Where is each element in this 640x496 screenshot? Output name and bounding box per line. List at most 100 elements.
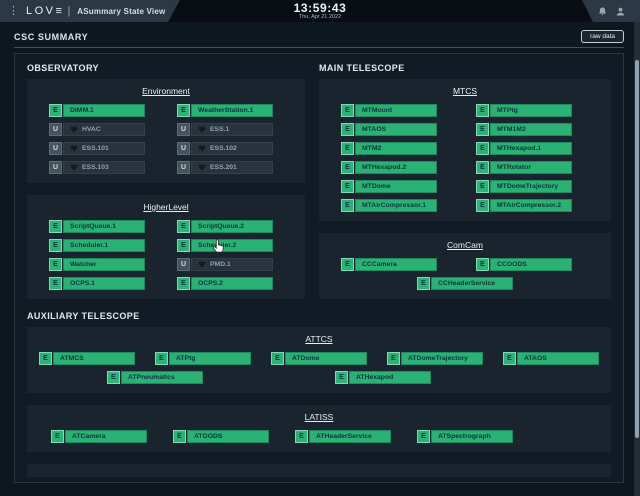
csc-name: ATOODS bbox=[187, 430, 269, 443]
csc-chip[interactable]: EScheduler.1 bbox=[49, 239, 145, 252]
csc-name: MTHexapod.2 bbox=[355, 161, 437, 174]
csc-chip[interactable]: ECCHeaderService bbox=[417, 277, 513, 290]
section-title: OBSERVATORY bbox=[27, 63, 305, 73]
group-column: EScriptQueue.2EScheduler.2UPMD.1EOCPS.2 bbox=[177, 220, 295, 290]
csc-chip[interactable]: UESS.103 bbox=[49, 161, 145, 174]
csc-name: ESS.201 bbox=[191, 161, 273, 174]
csc-state-badge: E bbox=[476, 199, 489, 212]
csc-chip[interactable]: ECCCamera bbox=[341, 258, 437, 271]
group-row: EATCameraEATOODSEATHeaderServiceEATSpect… bbox=[37, 430, 601, 443]
csc-state-badge: E bbox=[107, 371, 120, 384]
heartbeat-lost-icon bbox=[198, 126, 206, 133]
csc-chip[interactable]: EATHexapod bbox=[335, 371, 431, 384]
csc-chip[interactable]: EATDomeTrajectory bbox=[387, 352, 483, 365]
csc-state-badge: E bbox=[503, 352, 516, 365]
csc-chip[interactable]: EATHeaderService bbox=[295, 430, 391, 443]
csc-chip[interactable]: EATDome bbox=[271, 352, 367, 365]
csc-group: EnvironmentEDIMM.1UHVACUESS.101UESS.103E… bbox=[27, 79, 305, 183]
csc-state-badge: E bbox=[476, 180, 489, 193]
csc-chip[interactable]: EMTHexapod.1 bbox=[476, 142, 572, 155]
csc-chip[interactable]: EMTM2 bbox=[341, 142, 437, 155]
csc-name: ATAOS bbox=[517, 352, 599, 365]
csc-state-badge: E bbox=[417, 430, 430, 443]
csc-name: HVAC bbox=[63, 123, 145, 136]
csc-chip[interactable]: EMTAirCompressor.2 bbox=[476, 199, 572, 212]
csc-name: OCPS.2 bbox=[191, 277, 273, 290]
csc-chip[interactable]: EMTAOS bbox=[341, 123, 437, 136]
csc-chip[interactable]: EScriptQueue.1 bbox=[49, 220, 145, 233]
group-row: EATMCSEATPtgEATDomeEATDomeTrajectoryEATA… bbox=[37, 352, 601, 365]
csc-name: CCHeaderService bbox=[431, 277, 513, 290]
heartbeat-lost-icon bbox=[70, 145, 78, 152]
csc-chip[interactable]: UESS.201 bbox=[177, 161, 273, 174]
csc-chip[interactable]: EMTMount bbox=[341, 104, 437, 117]
csc-chip[interactable]: EOCPS.1 bbox=[49, 277, 145, 290]
csc-chip[interactable]: U ESS.1 bbox=[177, 123, 273, 136]
page-title: CSC SUMMARY bbox=[14, 32, 88, 42]
group-columns: EMTMountEMTAOSEMTM2EMTHexapod.2EMTDomeEM… bbox=[329, 104, 601, 212]
csc-group: LATISSEATCameraEATOODSEATHeaderServiceEA… bbox=[27, 405, 611, 452]
csc-chip[interactable]: EATAOS bbox=[503, 352, 599, 365]
group-center-row: ECCHeaderService bbox=[329, 277, 601, 290]
csc-state-badge: E bbox=[341, 123, 354, 136]
csc-chip[interactable]: EMTHexapod.2 bbox=[341, 161, 437, 174]
csc-state-badge: E bbox=[476, 104, 489, 117]
csc-chip[interactable]: EMTRotator bbox=[476, 161, 572, 174]
csc-chip[interactable]: EATCamera bbox=[51, 430, 147, 443]
csc-chip[interactable]: EOCPS.2 bbox=[177, 277, 273, 290]
csc-name: ESS.103 bbox=[63, 161, 145, 174]
csc-chip[interactable]: EATOODS bbox=[173, 430, 269, 443]
csc-chip[interactable]: EATSpectrograph bbox=[417, 430, 513, 443]
csc-name: MTPtg bbox=[490, 104, 572, 117]
group-title: ComCam bbox=[329, 240, 601, 250]
csc-group: ComCam ECCCamera ECCOODS ECCHeaderService bbox=[319, 233, 611, 299]
csc-name: ATMCS bbox=[53, 352, 135, 365]
user-icon[interactable] bbox=[616, 7, 625, 16]
csc-chip[interactable]: EScriptQueue.2 bbox=[177, 220, 273, 233]
csc-chip[interactable]: U ESS.101 bbox=[49, 142, 145, 155]
top-sections-grid: OBSERVATORYEnvironmentEDIMM.1UHVACUESS.1… bbox=[27, 63, 611, 311]
vertical-scrollbar[interactable] bbox=[634, 22, 640, 496]
csc-state-badge: E bbox=[476, 161, 489, 174]
csc-chip[interactable]: EWatcher bbox=[49, 258, 145, 271]
csc-name-label: ESS.102 bbox=[210, 145, 237, 152]
group-column: EWeatherStation.1 U ESS.1 UESS.102 UESS.201 bbox=[177, 104, 295, 174]
csc-chip[interactable]: EATPtg bbox=[155, 352, 251, 365]
csc-chip[interactable]: EMTDomeTrajectory bbox=[476, 180, 572, 193]
csc-chip[interactable]: EATMCS bbox=[39, 352, 135, 365]
csc-state-badge: U bbox=[177, 258, 190, 271]
csc-name-label: ESS.101 bbox=[82, 145, 109, 152]
bell-icon[interactable] bbox=[598, 7, 607, 16]
kebab-menu-icon[interactable]: ⋮ bbox=[8, 0, 19, 22]
csc-chip[interactable]: EWeatherStation.1 bbox=[177, 104, 273, 117]
csc-name: WeatherStation.1 bbox=[191, 104, 273, 117]
csc-state-badge: U bbox=[177, 123, 190, 136]
csc-chip[interactable]: EMTPtg bbox=[476, 104, 572, 117]
group-title: HigherLevel bbox=[37, 202, 295, 212]
csc-chip[interactable]: EMTDome bbox=[341, 180, 437, 193]
csc-name-label: ESS.1 bbox=[210, 126, 229, 133]
csc-chip[interactable]: EATPneumatics bbox=[107, 371, 203, 384]
csc-name: CCCamera bbox=[355, 258, 437, 271]
csc-chip[interactable]: ECCOODS bbox=[476, 258, 572, 271]
csc-state-badge: E bbox=[476, 123, 489, 136]
group-title: Environment bbox=[37, 86, 295, 96]
csc-chip[interactable]: EMTAirCompressor.1 bbox=[341, 199, 437, 212]
view-title: ASummary State View bbox=[77, 7, 165, 16]
csc-chip[interactable]: EMTM1M3 bbox=[476, 123, 572, 136]
csc-state-badge: U bbox=[49, 142, 62, 155]
csc-name: Scheduler.1 bbox=[63, 239, 145, 252]
csc-chip[interactable]: UESS.102 bbox=[177, 142, 273, 155]
csc-chip[interactable]: EDIMM.1 bbox=[49, 104, 145, 117]
scrollbar-thumb[interactable] bbox=[635, 60, 639, 438]
raw-data-button[interactable]: raw data bbox=[581, 30, 624, 43]
csc-state-badge: E bbox=[177, 239, 190, 252]
csc-chip[interactable]: UPMD.1 bbox=[177, 258, 273, 271]
csc-name: MTRotator bbox=[490, 161, 572, 174]
csc-chip[interactable]: UHVAC bbox=[49, 123, 145, 136]
csc-name: MTM1M3 bbox=[490, 123, 572, 136]
section-title: MAIN TELESCOPE bbox=[319, 63, 611, 73]
csc-state-badge: E bbox=[341, 199, 354, 212]
csc-name: ATCamera bbox=[65, 430, 147, 443]
csc-chip[interactable]: EScheduler.2 bbox=[177, 239, 273, 252]
